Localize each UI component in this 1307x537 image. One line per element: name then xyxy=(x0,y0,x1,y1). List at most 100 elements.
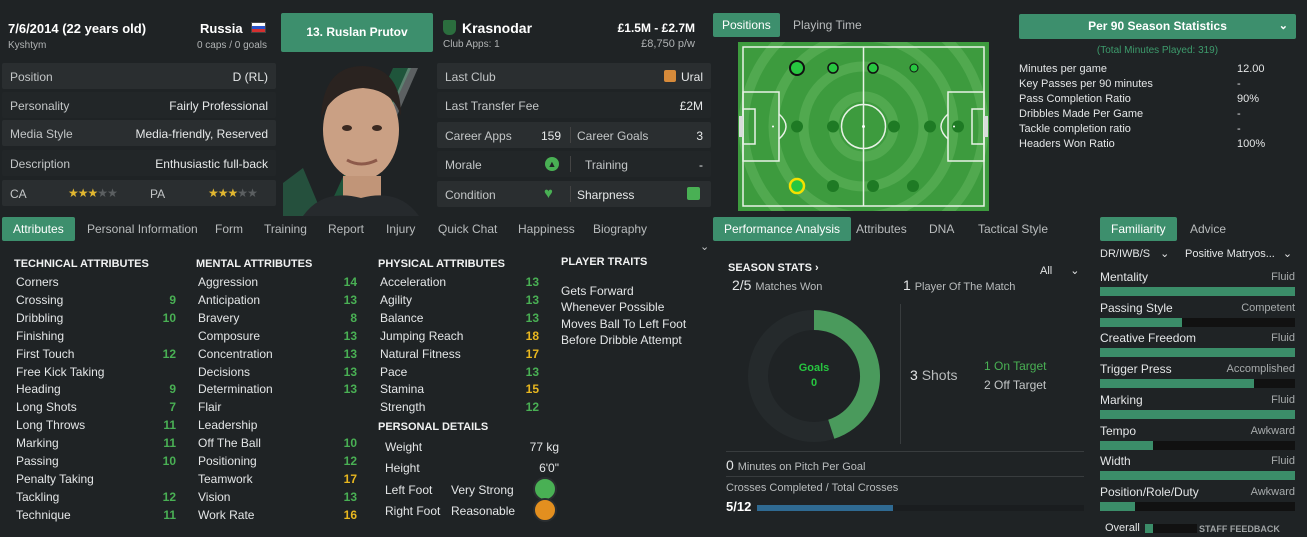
attribute-name: Determination xyxy=(198,382,273,397)
info-row-ratings: CA ★★★★★ PA ★★★★★ xyxy=(2,180,276,206)
info-row-media-style: Media Style Media-friendly, Reserved xyxy=(2,120,276,146)
attribute-name: Flair xyxy=(198,400,222,415)
role-dropdown[interactable]: DR/IWB/S ⌄ xyxy=(1100,247,1169,260)
crosses-value: 5/12 xyxy=(726,499,752,514)
season-filter-dropdown[interactable]: All ⌄ xyxy=(1040,264,1079,277)
club-name[interactable]: Krasnodar xyxy=(462,20,532,36)
attribute-value: 17 xyxy=(525,346,539,361)
goals-donut: Goals 0 xyxy=(748,310,880,442)
tab-bar-right: Familiarity Advice xyxy=(1100,217,1300,241)
stat-value: 90% xyxy=(1237,93,1260,105)
attribute-name: Agility xyxy=(380,292,413,307)
attribute-name: First Touch xyxy=(16,346,75,361)
attribute-value: 10 xyxy=(162,454,176,468)
minutes-per-goal: 0 Minutes on Pitch Per Goal xyxy=(726,457,866,473)
tab-positions[interactable]: Positions xyxy=(713,13,780,37)
attribute-value: 12 xyxy=(525,400,539,415)
familiarity-bar xyxy=(1100,409,1295,419)
tab-biography[interactable]: Biography xyxy=(593,222,647,236)
attribute-name: Tackling xyxy=(16,489,60,504)
chevron-down-icon: ⌄ xyxy=(1278,20,1288,32)
familiarity-label: Tempo xyxy=(1100,423,1137,438)
russia-flag-icon xyxy=(251,22,266,33)
attribute-value: 11 xyxy=(163,436,176,451)
stat-value: 12.00 xyxy=(1237,63,1265,75)
attribute-name: Penalty Taking xyxy=(16,471,94,486)
attribute-value: 13 xyxy=(525,275,539,289)
info-row-last-fee: Last Transfer Fee £2M xyxy=(437,92,711,118)
chevron-down-icon[interactable]: ⌄ xyxy=(700,240,709,253)
attribute-value: 13 xyxy=(343,489,357,504)
donut-value: 0 xyxy=(810,377,818,389)
tab-report[interactable]: Report xyxy=(328,222,364,236)
instruction-dropdown[interactable]: Positive Matryos... ⌄ xyxy=(1185,247,1292,260)
divider xyxy=(726,476,1084,477)
familiarity-rating: Fluid xyxy=(1271,271,1295,283)
tab-tactical-style[interactable]: Tactical Style xyxy=(978,222,1048,236)
nation[interactable]: Russia xyxy=(200,21,243,36)
tab-quick-chat[interactable]: Quick Chat xyxy=(438,222,497,236)
tab-attributes[interactable]: Attributes xyxy=(2,217,75,241)
tab-injury[interactable]: Injury xyxy=(386,222,415,236)
attribute-value: 13 xyxy=(343,328,357,343)
player-name-button[interactable]: 13. Ruslan Prutov xyxy=(281,13,433,52)
attribute-value: 10 xyxy=(343,436,357,451)
attribute-name: Long Shots xyxy=(16,400,77,415)
info-row-description: Description Enthusiastic full-back xyxy=(2,150,276,176)
sharpness-icon xyxy=(687,187,700,200)
tab-familiarity[interactable]: Familiarity xyxy=(1100,217,1177,241)
attribute-name: Pace xyxy=(380,364,408,379)
overall-label: Overall xyxy=(1105,522,1140,534)
familiarity-bar xyxy=(1100,287,1295,296)
tab-dna[interactable]: DNA xyxy=(929,222,954,236)
crosses-bar xyxy=(757,505,1084,511)
positions-pitch[interactable] xyxy=(738,1,989,252)
info-row-morale: Morale ▲ Training - xyxy=(437,151,711,177)
tab-playing-time[interactable]: Playing Time xyxy=(793,18,862,32)
familiarity-label: Trigger Press xyxy=(1100,362,1172,377)
tab-attributes-mid[interactable]: Attributes xyxy=(856,222,907,236)
familiarity-bar xyxy=(1100,471,1295,481)
tab-performance-analysis[interactable]: Performance Analysis xyxy=(713,217,852,241)
attribute-value: 13 xyxy=(525,364,539,379)
attribute-value: 11 xyxy=(163,507,176,522)
attribute-name: Corners xyxy=(16,275,59,289)
tab-training[interactable]: Training xyxy=(264,222,307,236)
attribute-value: 14 xyxy=(343,275,357,289)
stat-label: Headers Won Ratio xyxy=(1019,138,1115,150)
attribute-value: 13 xyxy=(343,292,357,307)
height-label: Height xyxy=(385,461,420,475)
tab-form[interactable]: Form xyxy=(215,222,243,236)
player-of-match: 1 Player Of The Match xyxy=(903,277,1016,293)
familiarity-bar xyxy=(1100,379,1295,389)
attribute-value: 9 xyxy=(169,292,176,307)
attribute-name: Concentration xyxy=(198,346,273,361)
stats-dropdown[interactable]: Per 90 Season Statistics ⌄ xyxy=(1019,14,1296,39)
familiarity-label: Marking xyxy=(1100,392,1143,407)
tab-happiness[interactable]: Happiness xyxy=(518,222,575,236)
attribute-value: 16 xyxy=(343,507,357,522)
staff-feedback[interactable]: STAFF FEEDBACK xyxy=(1199,524,1280,534)
attribute-name: Marking xyxy=(16,436,59,451)
info-row-last-club[interactable]: Last Club Ural xyxy=(437,63,711,89)
heart-icon: ♥ xyxy=(544,185,553,202)
attribute-name: Technique xyxy=(16,507,71,522)
stat-label: Tackle completion ratio xyxy=(1019,123,1131,135)
technical-title: TECHNICAL ATTRIBUTES xyxy=(14,258,149,270)
ural-badge-icon xyxy=(664,70,676,82)
trait-item: Moves Ball To Left Foot Before Dribble A… xyxy=(561,317,687,347)
attribute-value: 13 xyxy=(525,310,539,325)
dob: 7/6/2014 (22 years old) xyxy=(8,21,147,36)
tab-advice[interactable]: Advice xyxy=(1190,222,1226,236)
pa-stars-icon: ★★★★★ xyxy=(208,186,258,200)
season-stats-title[interactable]: SEASON STATS › xyxy=(728,262,819,274)
attribute-name: Work Rate xyxy=(198,507,255,522)
chevron-down-icon: ⌄ xyxy=(1160,248,1170,260)
personal-details-title: PERSONAL DETAILS xyxy=(378,421,489,433)
tab-personal-information[interactable]: Personal Information xyxy=(87,222,198,236)
stat-value: 100% xyxy=(1237,138,1266,150)
matches-won: 2/5 Matches Won xyxy=(732,277,823,293)
right-foot-label: Right Foot xyxy=(385,504,441,518)
tab-bar-left: Attributes Personal Information Form Tra… xyxy=(2,217,702,241)
left-foot-value: Very Strong xyxy=(451,483,514,497)
